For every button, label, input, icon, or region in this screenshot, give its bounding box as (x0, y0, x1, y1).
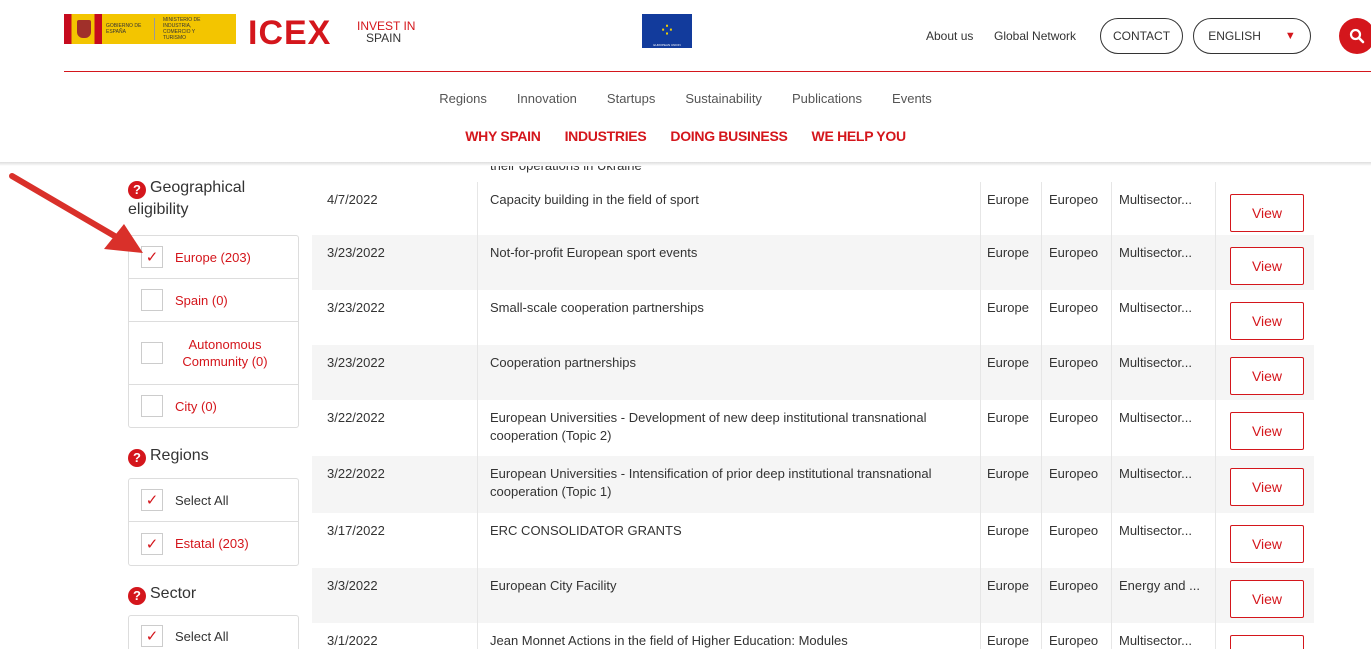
site-header: GOBIERNO DE ESPAÑA MINISTERIO DE INDUSTR… (0, 0, 1371, 72)
table-row: 3/22/2022 European Universities - Develo… (312, 400, 1314, 456)
filter-city[interactable]: City (0) (129, 385, 298, 427)
filter-select-all[interactable]: ✓ Select All (129, 479, 298, 522)
table-row: 3/17/2022 ERC CONSOLIDATOR GRANTS Europe… (312, 513, 1314, 568)
sector-filter: ✓ Select All (128, 615, 299, 649)
contact-button[interactable]: CONTACT (1100, 18, 1183, 54)
checkbox-checked[interactable]: ✓ (141, 489, 163, 511)
view-button[interactable]: View (1230, 357, 1304, 395)
view-button[interactable]: View (1230, 247, 1304, 285)
primary-nav: WHY SPAIN INDUSTRIES DOING BUSINESS WE H… (465, 128, 906, 144)
help-icon[interactable]: ? (128, 587, 146, 605)
checkbox[interactable] (141, 342, 163, 364)
filter-autonomous-community[interactable]: Autonomous Community (0) (129, 322, 298, 385)
eu-flag-icon: ⁘ EUROPEAN UNION (642, 14, 692, 48)
government-logo[interactable]: GOBIERNO DE ESPAÑA MINISTERIO DE INDUSTR… (64, 14, 236, 44)
table-row: 3/22/2022 European Universities - Intens… (312, 456, 1314, 513)
table-row: 3/23/2022 Not-for-profit European sport … (312, 235, 1314, 290)
help-icon[interactable]: ? (128, 449, 146, 467)
table-row: 3/23/2022 Cooperation partnerships Europ… (312, 345, 1314, 400)
secondary-nav: Regions Innovation Startups Sustainabili… (439, 91, 932, 106)
filter-spain[interactable]: Spain (0) (129, 279, 298, 322)
filter-estatal[interactable]: ✓ Estatal (203) (129, 522, 298, 565)
view-button[interactable]: View (1230, 635, 1304, 649)
checkbox[interactable] (141, 395, 163, 417)
view-button[interactable]: View (1230, 580, 1304, 618)
invest-in-spain-logo[interactable]: INVEST IN SPAIN (357, 20, 415, 44)
icex-logo[interactable]: ICEX (248, 14, 331, 52)
about-us-link[interactable]: About us (926, 29, 973, 43)
table-row: 3/23/2022 Small-scale cooperation partne… (312, 290, 1314, 345)
regions-filter: ✓ Select All ✓ Estatal (203) (128, 478, 299, 566)
view-button[interactable]: View (1230, 468, 1304, 506)
checkbox-checked[interactable]: ✓ (141, 532, 163, 555)
table-row: 3/1/2022 Jean Monnet Actions in the fiel… (312, 623, 1314, 649)
table-row: 3/3/2022 European City Facility Europe E… (312, 568, 1314, 623)
gov-logo-text-1: GOBIERNO DE ESPAÑA (106, 23, 142, 35)
nav-shadow (0, 162, 1371, 166)
view-button[interactable]: View (1230, 302, 1304, 340)
spain-coat-of-arms-icon (64, 14, 102, 44)
sector-heading: ? Sector (128, 583, 196, 605)
table-row: 4/7/2022 Capacity building in the field … (312, 182, 1314, 235)
dropdown-arrow-icon: ▼ (1284, 30, 1296, 42)
view-button[interactable]: View (1230, 194, 1304, 232)
checkbox-checked[interactable]: ✓ (141, 625, 163, 647)
view-button[interactable]: View (1230, 412, 1304, 450)
global-network-link[interactable]: Global Network (994, 29, 1076, 43)
annotation-arrow-icon (9, 173, 143, 253)
view-button[interactable]: View (1230, 525, 1304, 563)
gov-logo-text-2: MINISTERIO DE INDUSTRIA, COMERCIO Y TURI… (163, 17, 201, 41)
regions-heading: ? Regions (128, 445, 209, 467)
language-select[interactable]: ENGLISH ▼ (1193, 18, 1311, 54)
language-label: ENGLISH (1208, 29, 1261, 43)
search-button[interactable] (1339, 18, 1371, 54)
search-icon (1349, 28, 1365, 44)
checkbox[interactable] (141, 289, 163, 311)
filter-select-all[interactable]: ✓ Select All (129, 616, 298, 649)
